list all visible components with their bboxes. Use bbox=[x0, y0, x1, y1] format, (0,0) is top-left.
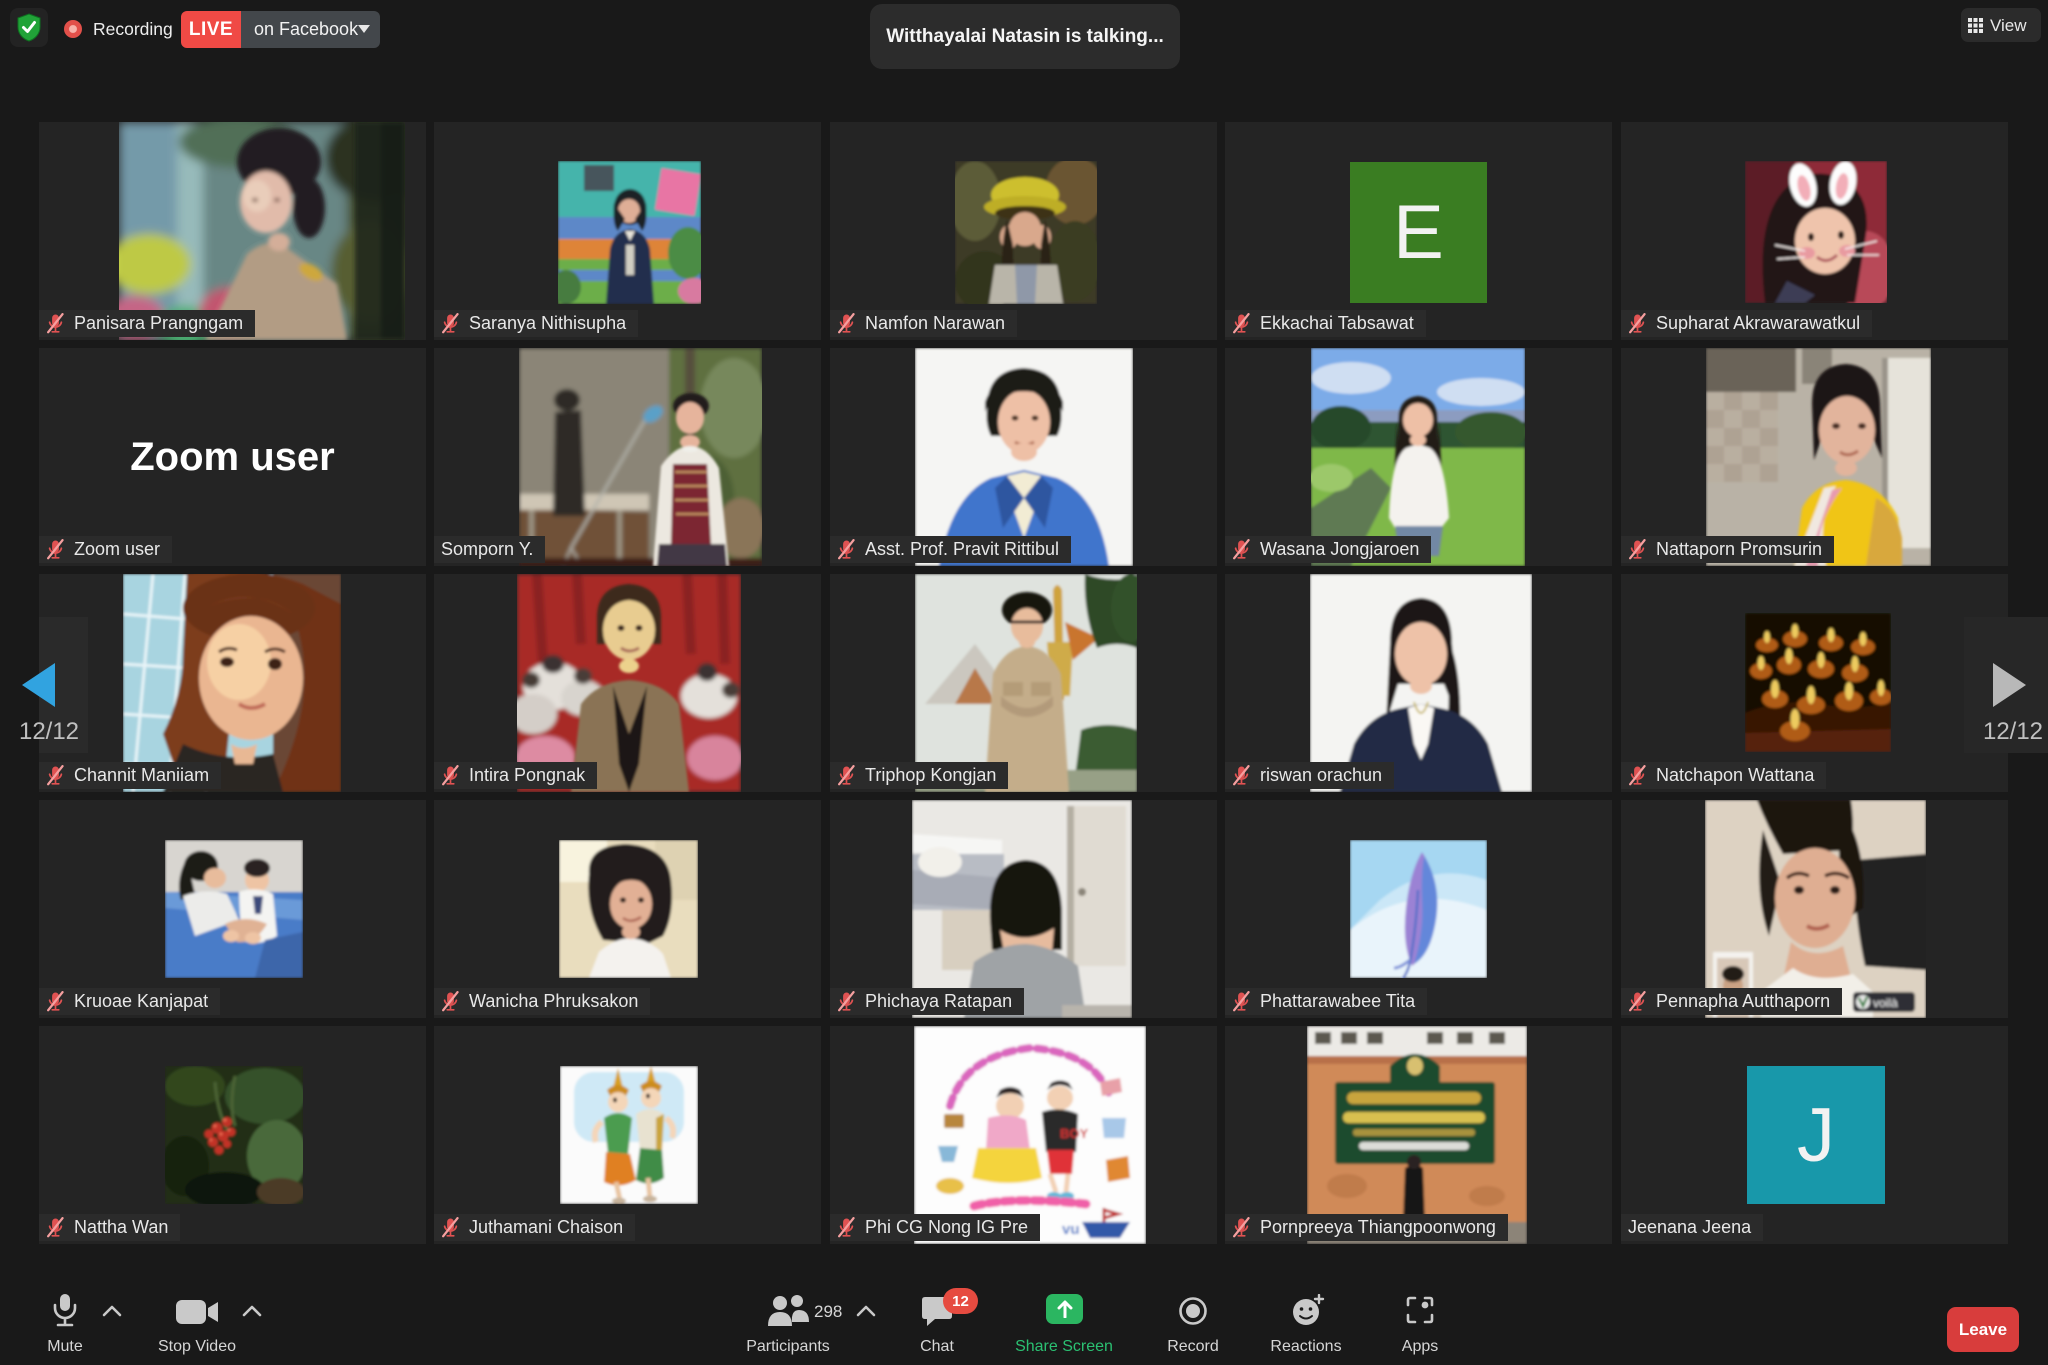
svg-text:vu: vu bbox=[1062, 1221, 1080, 1238]
svg-text:voilà: voilà bbox=[1873, 996, 1898, 1010]
svg-text:BOY: BOY bbox=[1060, 1126, 1089, 1141]
